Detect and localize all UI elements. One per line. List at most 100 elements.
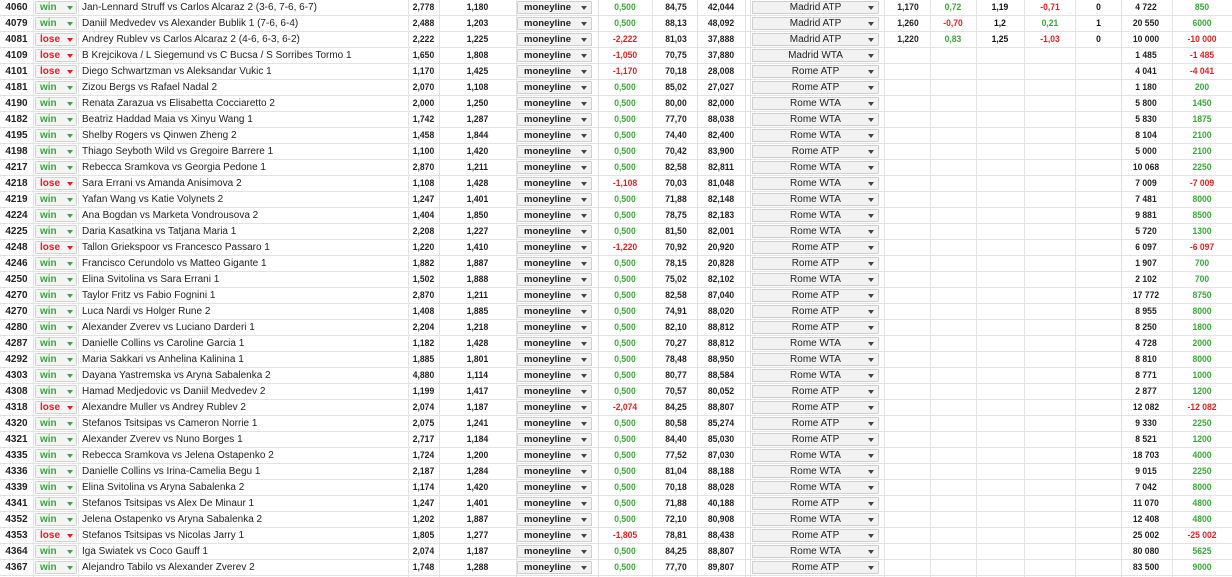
chevron-down-icon[interactable] (67, 390, 73, 394)
result-dropdown[interactable]: win (35, 225, 77, 238)
result-dropdown[interactable]: win (35, 97, 77, 110)
chevron-down-icon[interactable] (67, 38, 73, 42)
chevron-down-icon[interactable] (868, 230, 874, 234)
chevron-down-icon[interactable] (67, 230, 73, 234)
chevron-down-icon[interactable] (581, 550, 587, 554)
result-dropdown[interactable]: win (35, 145, 77, 158)
chevron-down-icon[interactable] (67, 502, 73, 506)
chevron-down-icon[interactable] (868, 214, 874, 218)
event-dropdown[interactable]: Rome WTA (752, 209, 879, 222)
result-dropdown[interactable]: win (35, 209, 77, 222)
market-dropdown[interactable]: moneyline (517, 305, 592, 318)
market-dropdown[interactable]: moneyline (517, 17, 592, 30)
market-dropdown[interactable]: moneyline (517, 273, 592, 286)
chevron-down-icon[interactable] (67, 262, 73, 266)
result-dropdown[interactable]: win (35, 289, 77, 302)
chevron-down-icon[interactable] (868, 262, 874, 266)
chevron-down-icon[interactable] (581, 150, 587, 154)
chevron-down-icon[interactable] (581, 70, 587, 74)
event-dropdown[interactable]: Rome ATP (752, 401, 879, 414)
market-dropdown[interactable]: moneyline (517, 209, 592, 222)
chevron-down-icon[interactable] (581, 182, 587, 186)
market-dropdown[interactable]: moneyline (517, 225, 592, 238)
chevron-down-icon[interactable] (581, 54, 587, 58)
market-dropdown[interactable]: moneyline (517, 321, 592, 334)
market-dropdown[interactable]: moneyline (517, 257, 592, 270)
chevron-down-icon[interactable] (581, 214, 587, 218)
market-dropdown[interactable]: moneyline (517, 113, 592, 126)
chevron-down-icon[interactable] (868, 182, 874, 186)
chevron-down-icon[interactable] (67, 70, 73, 74)
event-dropdown[interactable]: Rome ATP (752, 257, 879, 270)
market-dropdown[interactable]: moneyline (517, 337, 592, 350)
result-dropdown[interactable]: win (35, 193, 77, 206)
chevron-down-icon[interactable] (581, 518, 587, 522)
chevron-down-icon[interactable] (67, 438, 73, 442)
chevron-down-icon[interactable] (868, 454, 874, 458)
market-dropdown[interactable]: moneyline (517, 353, 592, 366)
chevron-down-icon[interactable] (581, 358, 587, 362)
chevron-down-icon[interactable] (868, 566, 874, 570)
result-dropdown[interactable]: win (35, 369, 77, 382)
chevron-down-icon[interactable] (868, 534, 874, 538)
chevron-down-icon[interactable] (67, 134, 73, 138)
chevron-down-icon[interactable] (868, 342, 874, 346)
event-dropdown[interactable]: Rome WTA (752, 225, 879, 238)
chevron-down-icon[interactable] (581, 486, 587, 490)
market-dropdown[interactable]: moneyline (517, 49, 592, 62)
result-dropdown[interactable]: win (35, 305, 77, 318)
chevron-down-icon[interactable] (868, 374, 874, 378)
event-dropdown[interactable]: Rome ATP (752, 305, 879, 318)
chevron-down-icon[interactable] (868, 422, 874, 426)
market-dropdown[interactable]: moneyline (517, 161, 592, 174)
market-dropdown[interactable]: moneyline (517, 497, 592, 510)
chevron-down-icon[interactable] (67, 86, 73, 90)
chevron-down-icon[interactable] (67, 406, 73, 410)
chevron-down-icon[interactable] (868, 390, 874, 394)
chevron-down-icon[interactable] (581, 230, 587, 234)
chevron-down-icon[interactable] (67, 470, 73, 474)
event-dropdown[interactable]: Rome WTA (752, 193, 879, 206)
chevron-down-icon[interactable] (67, 518, 73, 522)
chevron-down-icon[interactable] (67, 278, 73, 282)
event-dropdown[interactable]: Rome WTA (752, 545, 879, 558)
market-dropdown[interactable]: moneyline (517, 385, 592, 398)
result-dropdown[interactable]: win (35, 497, 77, 510)
chevron-down-icon[interactable] (581, 390, 587, 394)
event-dropdown[interactable]: Madrid ATP (752, 1, 879, 14)
result-dropdown[interactable]: lose (35, 401, 77, 414)
event-dropdown[interactable]: Rome ATP (752, 529, 879, 542)
chevron-down-icon[interactable] (868, 310, 874, 314)
result-dropdown[interactable]: win (35, 337, 77, 350)
event-dropdown[interactable]: Rome ATP (752, 561, 879, 574)
chevron-down-icon[interactable] (67, 294, 73, 298)
chevron-down-icon[interactable] (67, 310, 73, 314)
chevron-down-icon[interactable] (67, 214, 73, 218)
event-dropdown[interactable]: Rome ATP (752, 433, 879, 446)
event-dropdown[interactable]: Rome ATP (752, 497, 879, 510)
result-dropdown[interactable]: win (35, 129, 77, 142)
event-dropdown[interactable]: Rome WTA (752, 513, 879, 526)
chevron-down-icon[interactable] (67, 534, 73, 538)
result-dropdown[interactable]: win (35, 385, 77, 398)
chevron-down-icon[interactable] (581, 102, 587, 106)
chevron-down-icon[interactable] (868, 38, 874, 42)
chevron-down-icon[interactable] (581, 374, 587, 378)
chevron-down-icon[interactable] (581, 166, 587, 170)
event-dropdown[interactable]: Rome ATP (752, 385, 879, 398)
chevron-down-icon[interactable] (581, 326, 587, 330)
chevron-down-icon[interactable] (67, 486, 73, 490)
event-dropdown[interactable]: Rome WTA (752, 449, 879, 462)
event-dropdown[interactable]: Rome WTA (752, 369, 879, 382)
chevron-down-icon[interactable] (868, 102, 874, 106)
result-dropdown[interactable]: win (35, 257, 77, 270)
market-dropdown[interactable]: moneyline (517, 193, 592, 206)
event-dropdown[interactable]: Rome WTA (752, 353, 879, 366)
chevron-down-icon[interactable] (868, 550, 874, 554)
market-dropdown[interactable]: moneyline (517, 449, 592, 462)
event-dropdown[interactable]: Rome ATP (752, 289, 879, 302)
chevron-down-icon[interactable] (67, 22, 73, 26)
event-dropdown[interactable]: Madrid WTA (752, 49, 879, 62)
market-dropdown[interactable]: moneyline (517, 369, 592, 382)
chevron-down-icon[interactable] (67, 566, 73, 570)
